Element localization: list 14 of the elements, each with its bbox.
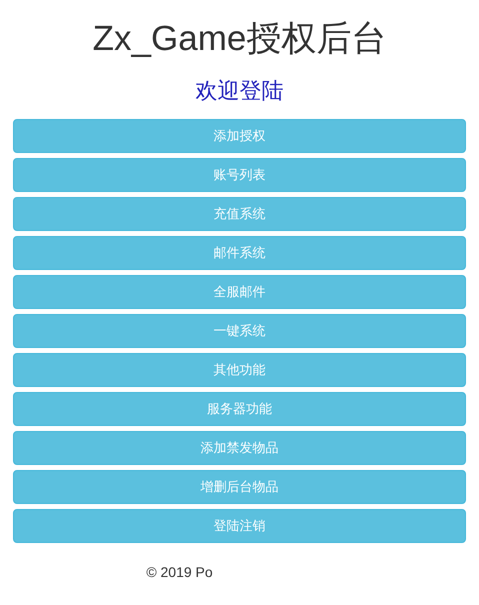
page-title: Zx_Game授权后台 <box>92 18 386 60</box>
welcome-heading: 欢迎登陆 <box>196 77 284 105</box>
menu-button[interactable]: 一键系统 <box>13 314 466 348</box>
menu-button[interactable]: 添加禁发物品 <box>13 431 466 465</box>
menu-button[interactable]: 账号列表 <box>13 158 466 192</box>
menu-button[interactable]: 邮件系统 <box>13 236 466 270</box>
menu-button[interactable]: 全服邮件 <box>13 275 466 309</box>
footer-text: © 2019 Po <box>146 563 214 582</box>
menu-button[interactable]: 服务器功能 <box>13 392 466 426</box>
menu-button[interactable]: 其他功能 <box>13 353 466 387</box>
menu-button[interactable]: 添加授权 <box>13 119 466 153</box>
menu-button[interactable]: 充值系统 <box>13 197 466 231</box>
menu-button[interactable]: 增删后台物品 <box>13 470 466 504</box>
menu-button[interactable]: 登陆注销 <box>13 509 466 543</box>
